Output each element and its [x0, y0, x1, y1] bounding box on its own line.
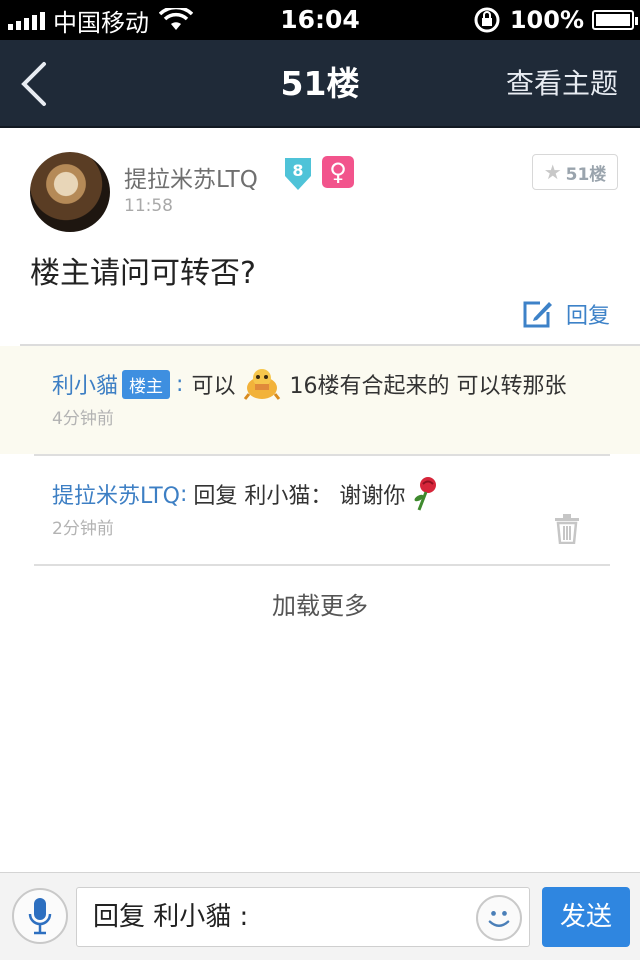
edit-icon: [523, 301, 552, 328]
gecko-emoji-icon: [244, 369, 281, 400]
battery-percent: 100%: [509, 6, 584, 34]
list-item[interactable]: 利小貓 楼主 : 可以 16楼有合起来的 可以转那张 4分钟前: [0, 346, 640, 454]
female-gender-icon: ♀: [322, 156, 354, 188]
comment-separator: :: [179, 481, 188, 507]
op-badge: 楼主: [122, 369, 171, 399]
view-topic-button[interactable]: 查看主题: [506, 40, 618, 128]
rose-emoji-icon: [414, 477, 437, 511]
post-time: 11:58: [124, 196, 173, 216]
floor-badge: ★ 51楼: [532, 154, 618, 190]
list-item[interactable]: 提拉米苏LTQ : 回复 利小猫： 谢谢你 2分钟前: [0, 456, 640, 564]
status-bar: 中国移动 16:04 100%: [0, 0, 640, 40]
microphone-icon: [28, 898, 52, 935]
voice-input-button[interactable]: [12, 888, 68, 944]
comment-author[interactable]: 提拉米苏LTQ: [52, 478, 180, 510]
star-icon: ★: [543, 160, 562, 184]
comment-author[interactable]: 利小貓: [52, 368, 118, 400]
comment-text: 回复 利小猫： 谢谢你: [193, 484, 406, 509]
divider: [34, 564, 610, 566]
floor-post: 提拉米苏LTQ 8 ♀ 11:58 ★ 51楼 楼主请问可转否? 回复: [0, 130, 640, 345]
comment-text-2: 16楼有合起来的 可以转那张: [289, 374, 567, 399]
floor-number: 51楼: [565, 164, 607, 185]
send-button[interactable]: 发送: [542, 887, 630, 947]
comment-text: 可以: [191, 374, 236, 399]
comment-separator: :: [176, 371, 184, 397]
rotation-lock-icon: [474, 7, 500, 33]
avatar[interactable]: [30, 152, 110, 232]
reply-label: 回复: [565, 304, 610, 329]
trash-icon[interactable]: [554, 514, 580, 544]
reply-button[interactable]: 回复: [522, 296, 610, 332]
nav-bar: 51楼 查看主题: [0, 40, 640, 128]
reply-input-bar: 回复 利小貓 : 发送: [0, 872, 640, 960]
post-content: 楼主请问可转否?: [30, 256, 256, 291]
comment-time: 2分钟前: [52, 519, 114, 539]
post-username[interactable]: 提拉米苏LTQ: [124, 160, 258, 194]
battery-icon: [592, 10, 638, 30]
level-number: 8: [292, 161, 304, 180]
load-more-button[interactable]: 加载更多: [0, 586, 640, 626]
level-badge: 8: [282, 156, 314, 192]
reply-input[interactable]: 回复 利小貓 :: [76, 887, 530, 947]
comment-time: 4分钟前: [52, 409, 114, 429]
smiley-icon[interactable]: [476, 895, 522, 941]
